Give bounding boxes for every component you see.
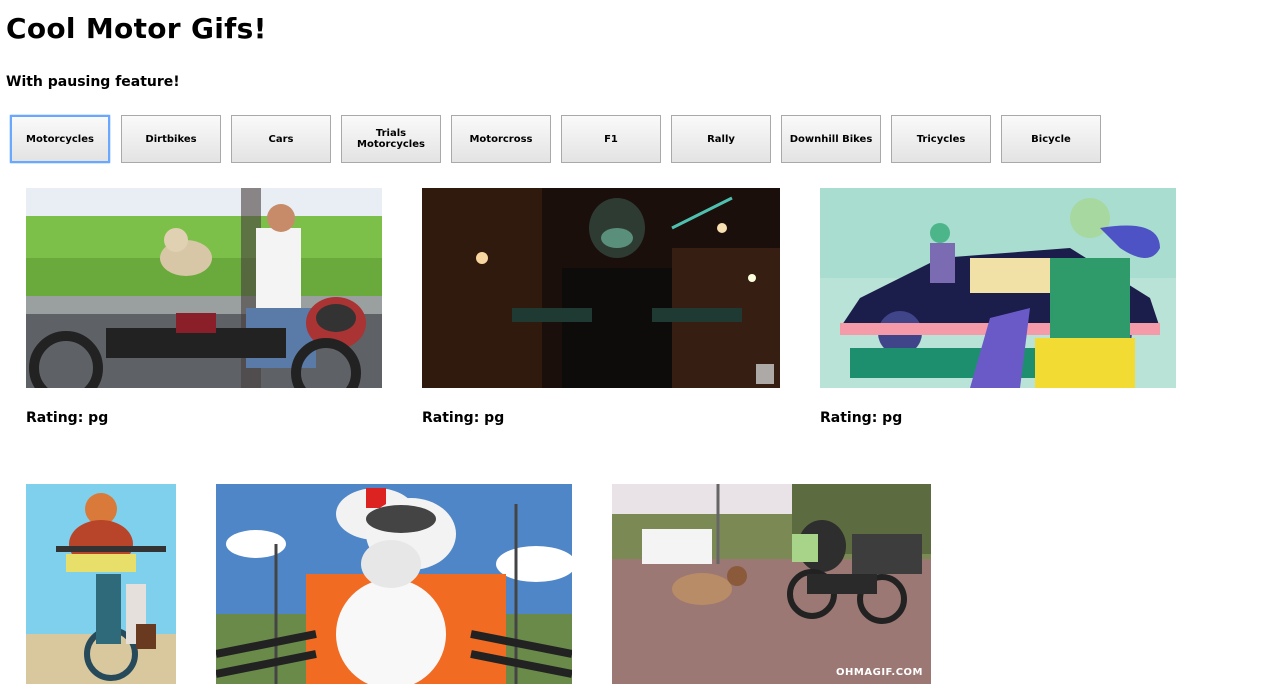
gif-rating: Rating: pg xyxy=(422,410,505,426)
category-button-bicycle[interactable]: Bicycle xyxy=(1001,115,1101,163)
category-button-f1[interactable]: F1 xyxy=(561,115,661,163)
gif-image-illustrated-rider[interactable] xyxy=(820,188,1176,388)
gif-rating: Rating: pg xyxy=(820,410,903,426)
category-button-tricycles[interactable]: Tricycles xyxy=(891,115,991,163)
category-button-trials-motorcycles[interactable]: Trials Motorcycles xyxy=(341,115,441,163)
page-subtitle: With pausing feature! xyxy=(6,74,180,90)
gif-image-night-ride[interactable] xyxy=(422,188,780,388)
page-title: Cool Motor Gifs! xyxy=(6,12,267,45)
gif-rating: Rating: pg xyxy=(26,410,109,426)
category-button-cars[interactable]: Cars xyxy=(231,115,331,163)
gif-image-wrestler-dirtbike[interactable] xyxy=(26,484,176,684)
category-button-rally[interactable]: Rally xyxy=(671,115,771,163)
gif-image-rider-with-dog[interactable] xyxy=(26,188,382,388)
category-button-dirtbikes[interactable]: Dirtbikes xyxy=(121,115,221,163)
category-button-motorcycles[interactable]: Motorcycles xyxy=(10,115,110,163)
gif-watermark: OHMAGIF.COM xyxy=(836,667,923,678)
gif-image-sheep-crossing[interactable]: OHMAGIF.COM xyxy=(612,484,931,684)
gif-image-dog-goggles[interactable] xyxy=(216,484,572,684)
category-button-motorcross[interactable]: Motorcross xyxy=(451,115,551,163)
category-button-downhill-bikes[interactable]: Downhill Bikes xyxy=(781,115,881,163)
